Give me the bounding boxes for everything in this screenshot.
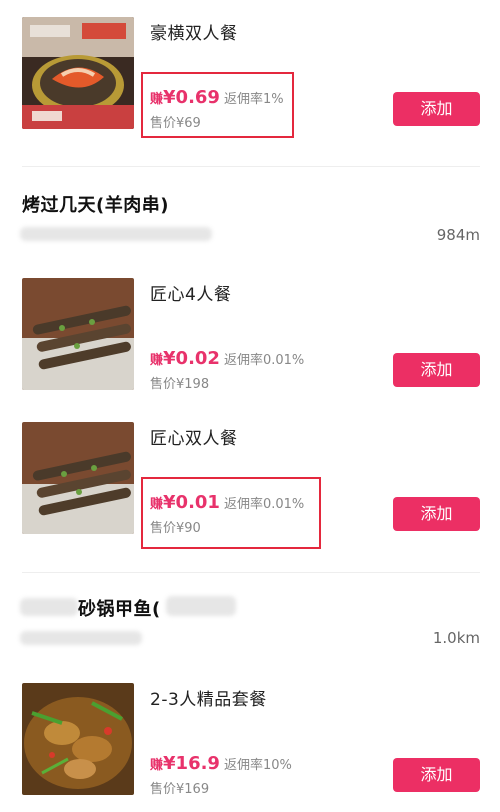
store-name[interactable]: 砂锅甲鱼(: [78, 595, 161, 621]
product-item[interactable]: 2-3人精品套餐 赚¥16.9 返佣率10% 售价¥169 添加: [0, 683, 500, 798]
blurred-store-name-start: [20, 598, 78, 616]
store-distance: 984m: [436, 226, 480, 244]
add-button[interactable]: 添加: [393, 758, 480, 792]
product-image-skewers[interactable]: [22, 278, 134, 390]
product-name: 豪横双人餐: [150, 24, 238, 44]
blurred-address: [20, 227, 212, 241]
divider: [22, 572, 480, 573]
product-name: 匠心双人餐: [150, 429, 238, 449]
product-name: 匠心4人餐: [150, 285, 232, 305]
earn-amount: ¥16.9: [163, 753, 220, 774]
add-button[interactable]: 添加: [393, 353, 480, 387]
divider: [22, 166, 480, 167]
product-list-page: 豪横双人餐 赚¥0.69 返佣率1% 售价¥69 添加 烤过几天(羊肉串) 984…: [0, 0, 500, 812]
commission-earn: 赚¥16.9 返佣率10%: [150, 753, 292, 774]
store-name[interactable]: 烤过几天(羊肉串): [22, 191, 169, 217]
product-name: 2-3人精品套餐: [150, 690, 267, 710]
sale-price: 售价¥169: [150, 782, 210, 797]
product-image-bbq-grill[interactable]: [22, 17, 134, 129]
earn-amount: ¥0.02: [163, 348, 220, 369]
add-button[interactable]: 添加: [393, 92, 480, 126]
sale-price: 售价¥198: [150, 377, 210, 392]
commission-rate: 返佣率0.01%: [223, 353, 305, 368]
commission-earn: 赚¥0.02 返佣率0.01%: [150, 348, 304, 369]
product-image-skewers[interactable]: [22, 422, 134, 534]
highlight-box: [141, 72, 294, 138]
highlight-box: [141, 477, 321, 549]
earn-prefix: 赚: [150, 353, 164, 368]
blurred-store-name-end: [166, 596, 236, 616]
product-item[interactable]: 匠心4人餐 赚¥0.02 返佣率0.01% 售价¥198 添加: [0, 278, 500, 393]
earn-prefix: 赚: [150, 758, 164, 773]
blurred-address: [20, 631, 142, 645]
commission-rate: 返佣率10%: [223, 758, 292, 773]
store-distance: 1.0km: [432, 629, 480, 647]
add-button[interactable]: 添加: [393, 497, 480, 531]
product-image-turtle-pot[interactable]: [22, 683, 134, 795]
